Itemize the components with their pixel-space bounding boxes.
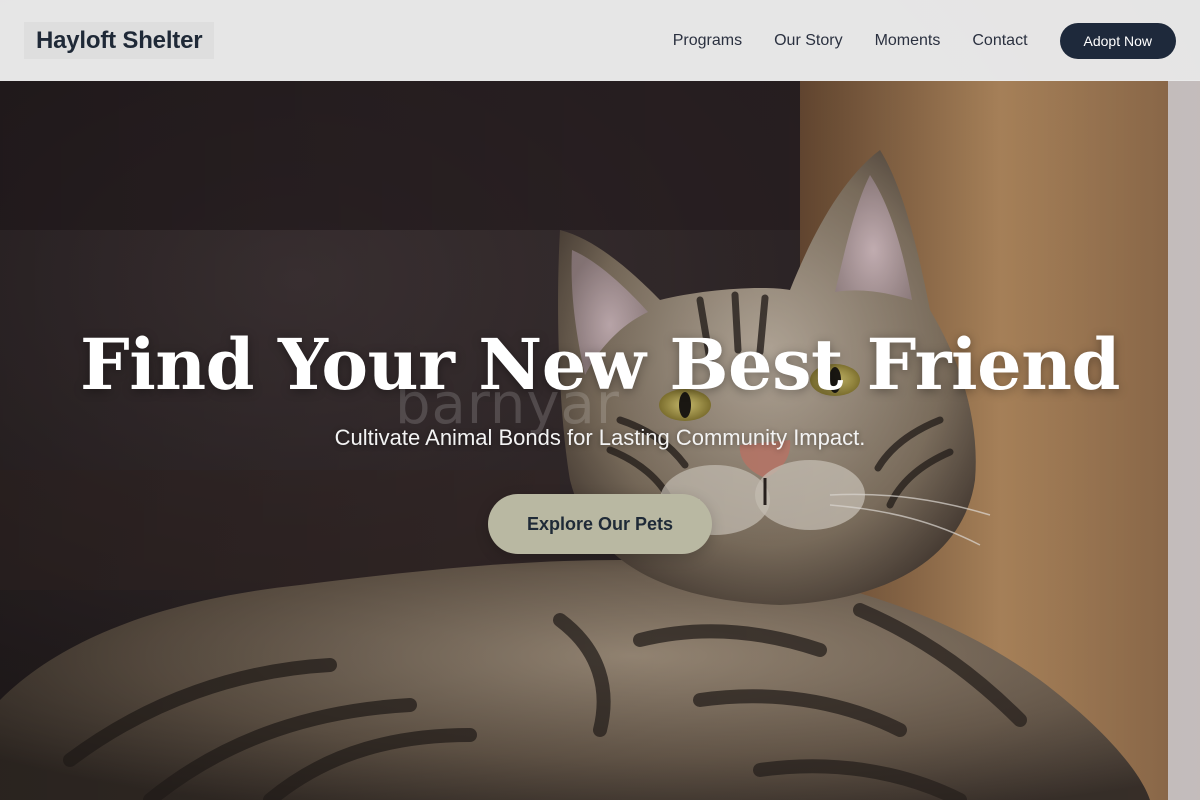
site-header: Hayloft Shelter Programs Our Story Momen… <box>0 0 1200 81</box>
brand-logo[interactable]: Hayloft Shelter <box>24 22 215 59</box>
nav-link-contact[interactable]: Contact <box>972 31 1027 51</box>
main-nav: Programs Our Story Moments Contact Adopt… <box>673 22 1176 59</box>
nav-link-programs[interactable]: Programs <box>673 31 742 51</box>
hero-subtitle: Cultivate Animal Bonds for Lasting Commu… <box>334 425 866 450</box>
adopt-now-button[interactable]: Adopt Now <box>1059 22 1176 59</box>
hero-title: Find Your New Best Friend <box>80 323 1121 406</box>
nav-link-our-story[interactable]: Our Story <box>774 31 842 51</box>
explore-pets-button[interactable]: Explore Our Pets <box>488 494 712 554</box>
nav-link-moments[interactable]: Moments <box>875 31 941 51</box>
